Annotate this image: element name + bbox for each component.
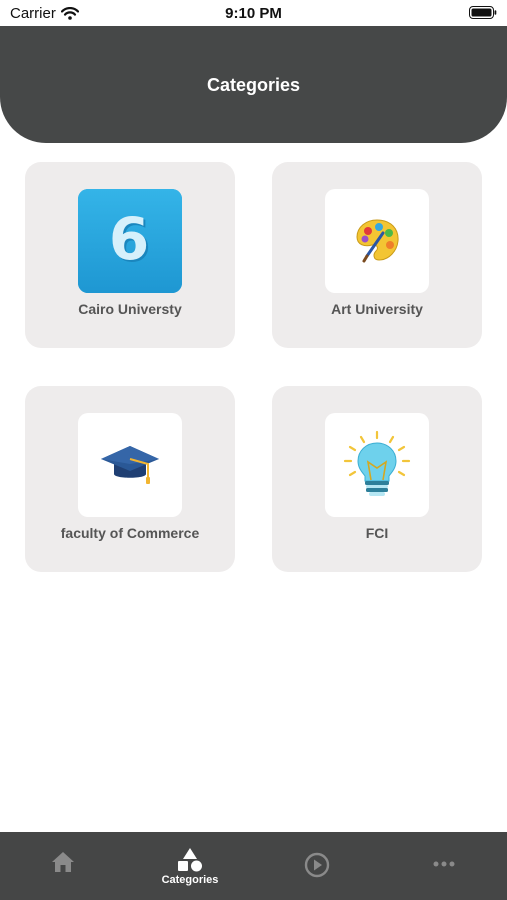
play-circle-icon <box>304 852 330 878</box>
home-icon <box>52 852 74 872</box>
category-card-art-university[interactable]: Art University <box>272 162 482 348</box>
number-six-icon: 6 6 <box>78 189 182 293</box>
category-label: FCI <box>365 525 389 541</box>
category-label: faculty of Commerce <box>60 525 200 541</box>
category-label: Art University <box>331 301 423 317</box>
category-card-fci[interactable]: FCI <box>272 386 482 572</box>
graduation-cap-icon <box>101 446 159 484</box>
bottom-tab-bar: Categories <box>0 832 507 900</box>
tab-play[interactable] <box>254 832 380 900</box>
paint-palette-icon <box>356 219 399 263</box>
tab-label: Categories <box>161 874 219 886</box>
more-icon <box>433 861 455 867</box>
category-label: Cairo Universty <box>78 301 182 317</box>
category-tile <box>325 413 429 517</box>
status-time: 9:10 PM <box>225 5 282 22</box>
category-card-cairo-university[interactable]: 6 6 Cairo Universty <box>25 162 235 348</box>
status-bar: Carrier 9:10 PM <box>0 0 507 26</box>
tab-categories[interactable]: Categories <box>127 832 253 900</box>
page-title: Categories <box>206 75 301 95</box>
header: Categories <box>0 26 507 143</box>
category-tile <box>325 189 429 293</box>
category-tile: 6 6 <box>78 189 182 293</box>
svg-text:6: 6 <box>109 205 149 273</box>
shapes-icon <box>178 848 202 872</box>
category-tile <box>78 413 182 517</box>
lightbulb-icon <box>343 430 411 496</box>
tab-home[interactable] <box>0 832 126 900</box>
tab-more[interactable] <box>381 832 507 900</box>
battery-icon <box>469 6 497 24</box>
category-card-faculty-of-commerce[interactable]: faculty of Commerce <box>25 386 235 572</box>
